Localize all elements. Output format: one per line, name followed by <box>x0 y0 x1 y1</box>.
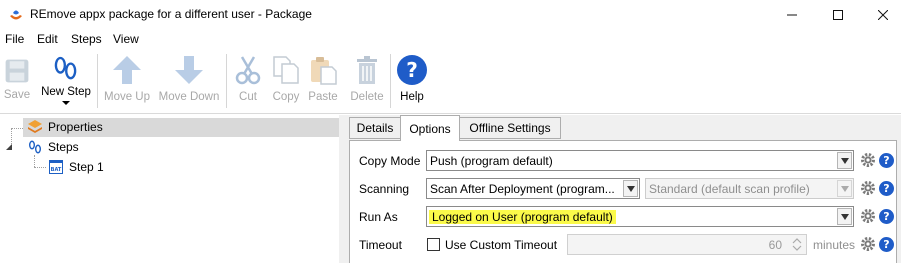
arrow-up-icon <box>113 56 141 84</box>
menu-edit[interactable]: Edit <box>37 32 58 46</box>
tree-connector <box>11 128 23 129</box>
chevron-down-icon <box>837 152 852 169</box>
tab-offline-settings[interactable]: Offline Settings <box>459 117 561 139</box>
paste-icon <box>311 57 337 85</box>
copy-mode-label: Copy Mode <box>359 154 421 168</box>
timeout-spinner[interactable]: 60 <box>567 234 807 255</box>
cut-button[interactable]: Cut <box>234 52 262 110</box>
tree-connector <box>34 167 46 168</box>
trash-icon <box>357 56 377 84</box>
gear-icon[interactable] <box>860 152 876 168</box>
tree-item-properties[interactable]: Properties <box>27 118 103 136</box>
move-down-button[interactable]: Move Down <box>156 52 222 110</box>
close-icon <box>878 9 888 20</box>
properties-icon <box>28 120 42 133</box>
toolbar-separator <box>97 54 98 108</box>
run-as-label: Run As <box>359 210 398 224</box>
tree-item-steps[interactable]: Steps <box>27 138 79 156</box>
arrow-down-icon <box>175 56 203 84</box>
close-button[interactable] <box>860 0 901 29</box>
tab-details[interactable]: Details <box>349 117 401 139</box>
move-up-button[interactable]: Move Up <box>101 52 153 110</box>
help-button[interactable]: ? Help <box>395 52 429 110</box>
scanning-label: Scanning <box>359 182 410 196</box>
copy-mode-select[interactable]: Push (program default) <box>426 150 854 171</box>
menu-bar: File Edit Steps View <box>0 29 901 48</box>
scissors-icon <box>235 56 261 85</box>
app-logo-icon <box>10 10 22 20</box>
footsteps-icon <box>54 56 77 80</box>
toolbar-separator <box>226 54 227 108</box>
copy-button[interactable]: Copy <box>270 52 302 110</box>
maximize-button[interactable] <box>815 0 861 29</box>
help-icon: ? <box>397 55 427 85</box>
svg-text:BAT: BAT <box>51 167 62 173</box>
help-icon[interactable]: ? <box>879 209 894 224</box>
minimize-icon <box>787 14 797 15</box>
batch-file-icon: BAT <box>49 160 63 174</box>
save-icon <box>5 59 29 83</box>
tree-connector <box>34 155 35 167</box>
footsteps-icon <box>29 140 41 154</box>
minimize-button[interactable] <box>769 0 815 29</box>
collapse-icon[interactable] <box>5 143 13 151</box>
tree-item-step-1[interactable]: BAT Step 1 <box>48 158 104 176</box>
scanning-select[interactable]: Scan After Deployment (program... <box>426 178 640 199</box>
help-icon[interactable]: ? <box>879 237 894 252</box>
gear-icon[interactable] <box>860 180 876 196</box>
chevron-down-icon <box>623 180 638 197</box>
window-title: REmove appx package for a different user… <box>30 7 312 21</box>
options-panel: Details Options Offline Settings Copy Mo… <box>345 115 901 263</box>
svg-text:?: ? <box>406 58 418 82</box>
help-icon[interactable]: ? <box>879 181 894 196</box>
chevron-down-icon <box>837 208 852 225</box>
timeout-unit: minutes <box>813 238 856 252</box>
paste-button[interactable]: Paste <box>306 52 340 110</box>
tab-content: Copy Mode Push (program default) ? Scann… <box>349 140 897 263</box>
toolbar: Save New Step Move Up Move Down Cut Copy… <box>0 48 901 114</box>
timeout-label: Timeout <box>359 238 402 252</box>
toolbar-separator <box>390 54 391 108</box>
menu-file[interactable]: File <box>5 32 24 46</box>
scan-profile-select[interactable]: Standard (default scan profile) <box>645 178 854 199</box>
maximize-icon <box>833 9 843 20</box>
gear-icon[interactable] <box>860 208 876 224</box>
chevron-down-icon <box>62 101 70 105</box>
custom-timeout-checkbox[interactable] <box>427 238 440 251</box>
run-as-select[interactable]: Logged on User (program default) <box>426 206 854 227</box>
new-step-button[interactable]: New Step <box>38 52 94 110</box>
tab-options[interactable]: Options <box>400 115 460 141</box>
step-tree: Properties Steps BAT Step 1 <box>0 115 339 263</box>
delete-button[interactable]: Delete <box>349 52 385 110</box>
save-button[interactable]: Save <box>3 52 31 110</box>
custom-timeout-label: Use Custom Timeout <box>445 238 558 252</box>
title-bar: REmove appx package for a different user… <box>0 0 901 29</box>
menu-view[interactable]: View <box>113 32 139 46</box>
copy-icon <box>273 56 299 84</box>
menu-steps[interactable]: Steps <box>71 32 102 46</box>
help-icon[interactable]: ? <box>879 153 894 168</box>
chevron-down-icon <box>837 180 852 197</box>
gear-icon[interactable] <box>860 236 876 252</box>
spinner-arrows-icon <box>792 238 802 251</box>
